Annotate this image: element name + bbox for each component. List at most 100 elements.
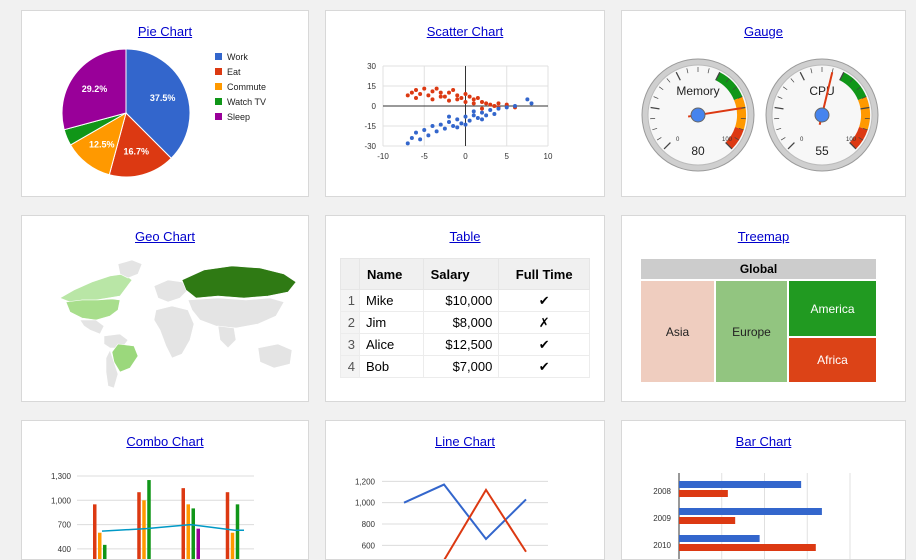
gauge-value: 80 [691,144,705,158]
combo-bar [187,504,191,560]
scatter-point [418,137,422,141]
combo-bar [98,533,102,560]
combo-bar [103,545,107,560]
table-header-salary[interactable]: Salary [423,259,499,290]
y-tick-label: 1,300 [51,472,72,481]
map-region-europe [154,280,188,302]
scatter-point [451,124,455,128]
gauge-label: Memory [676,84,719,98]
full-time-cell: ✔ [499,334,590,356]
scatter-point [480,111,484,115]
treemap-cell-label: America [810,302,854,316]
scatter-point [464,123,468,127]
map-region-usa [66,299,120,320]
treemap-root-header[interactable]: Global [640,258,877,280]
gauge-title-link[interactable]: Gauge [622,24,905,39]
x-tick-label: 0 [463,152,468,161]
line-chart-title-link[interactable]: Line Chart [326,434,604,449]
salary-cell: $10,000 [423,290,499,312]
scatter-point [410,136,414,140]
scatter-point [418,92,422,96]
combo-bar [226,492,230,560]
scatter-point [426,133,430,137]
scatter-point [488,108,492,112]
legend-label: Commute [227,82,266,92]
pie-chart-card: Pie Chart 37.5%16.7%12.5%29.2%WorkEatCom… [21,10,309,197]
table-card: Table Name Salary Full Time 1 Mike $10,0… [325,215,605,402]
scatter-point [455,117,459,121]
table-header-name[interactable]: Name [360,259,424,290]
scatter-point [414,96,418,100]
scatter-point [414,88,418,92]
legend-label: Eat [227,67,241,77]
x-tick-label: 10 [544,152,553,161]
table-row[interactable]: 1 Mike $10,000 ✔ [341,290,590,312]
scatter-point [480,117,484,121]
gauge-hub [691,108,705,122]
geo-chart-card: Geo Chart [21,215,309,402]
y-tick-label: 30 [367,62,376,71]
gauge-max-label: 100 [722,137,733,143]
scatter-point [472,109,476,113]
line-chart-card: Line Chart 1,2001,000800600 [325,420,605,560]
bar-rect [679,490,728,497]
treemap-cell-africa[interactable]: Africa [788,337,877,383]
scatter-point [472,97,476,101]
scatter-point [406,93,410,97]
scatter-point [406,141,410,145]
legend-swatch [215,98,222,105]
scatter-point [410,91,414,95]
gauge-label: CPU [809,84,834,98]
category-label: 2008 [653,487,671,496]
combo-bar [137,492,141,560]
full-time-cell: ✔ [499,356,590,378]
scatter-point [484,101,488,105]
treemap-title-link[interactable]: Treemap [622,229,905,244]
y-tick-label: 400 [58,545,72,554]
table-row[interactable]: 4 Bob $7,000 ✔ [341,356,590,378]
scatter-point [447,120,451,124]
salary-cell: $7,000 [423,356,499,378]
treemap-cell-asia[interactable]: Asia [640,280,715,383]
x-tick-label: -5 [421,152,429,161]
table-header-row: Name Salary Full Time [341,259,590,290]
scatter-point [447,99,451,103]
treemap-cell-europe[interactable]: Europe [715,280,788,383]
scatter-point [476,96,480,100]
scatter-point [447,91,451,95]
treemap-card: Treemap Global Asia Europe America Afric… [621,215,906,402]
table-title-link[interactable]: Table [326,229,604,244]
combo-chart-title-link[interactable]: Combo Chart [22,434,308,449]
pie-slice-label: 16.7% [123,146,149,156]
combo-bar [142,500,146,560]
y-tick-label: 1,000 [51,496,72,505]
scatter-chart-title-link[interactable]: Scatter Chart [326,24,604,39]
treemap-cell-america[interactable]: America [788,280,877,337]
map-region-mexico [80,320,104,334]
scatter-point [426,93,430,97]
map-region-asia [188,298,284,328]
geo-chart-title-link[interactable]: Geo Chart [22,229,308,244]
treemap-cell-label: Africa [817,353,848,367]
gauge-max-label: 100 [846,137,857,143]
bar-rect [679,517,735,524]
scatter-point [525,97,529,101]
scatter-point [455,97,459,101]
scatter-point [451,88,455,92]
table-header-full-time[interactable]: Full Time [499,259,590,290]
table-row[interactable]: 3 Alice $12,500 ✔ [341,334,590,356]
map-region-russia [182,266,296,298]
bar-chart-title-link[interactable]: Bar Chart [622,434,905,449]
scatter-point [476,116,480,120]
table-row[interactable]: 2 Jim $8,000 ✗ [341,312,590,334]
salary-cell: $12,500 [423,334,499,356]
combo-bar [231,533,235,560]
treemap-cell-label: Europe [732,325,771,339]
scatter-point [439,123,443,127]
scatter-point [422,87,426,91]
pie-chart-title-link[interactable]: Pie Chart [22,24,308,39]
y-tick-label: -15 [364,122,376,131]
bar-chart-card: Bar Chart 200820092010 [621,420,906,560]
gauge-value: 55 [815,144,829,158]
x-tick-label: 5 [505,152,510,161]
